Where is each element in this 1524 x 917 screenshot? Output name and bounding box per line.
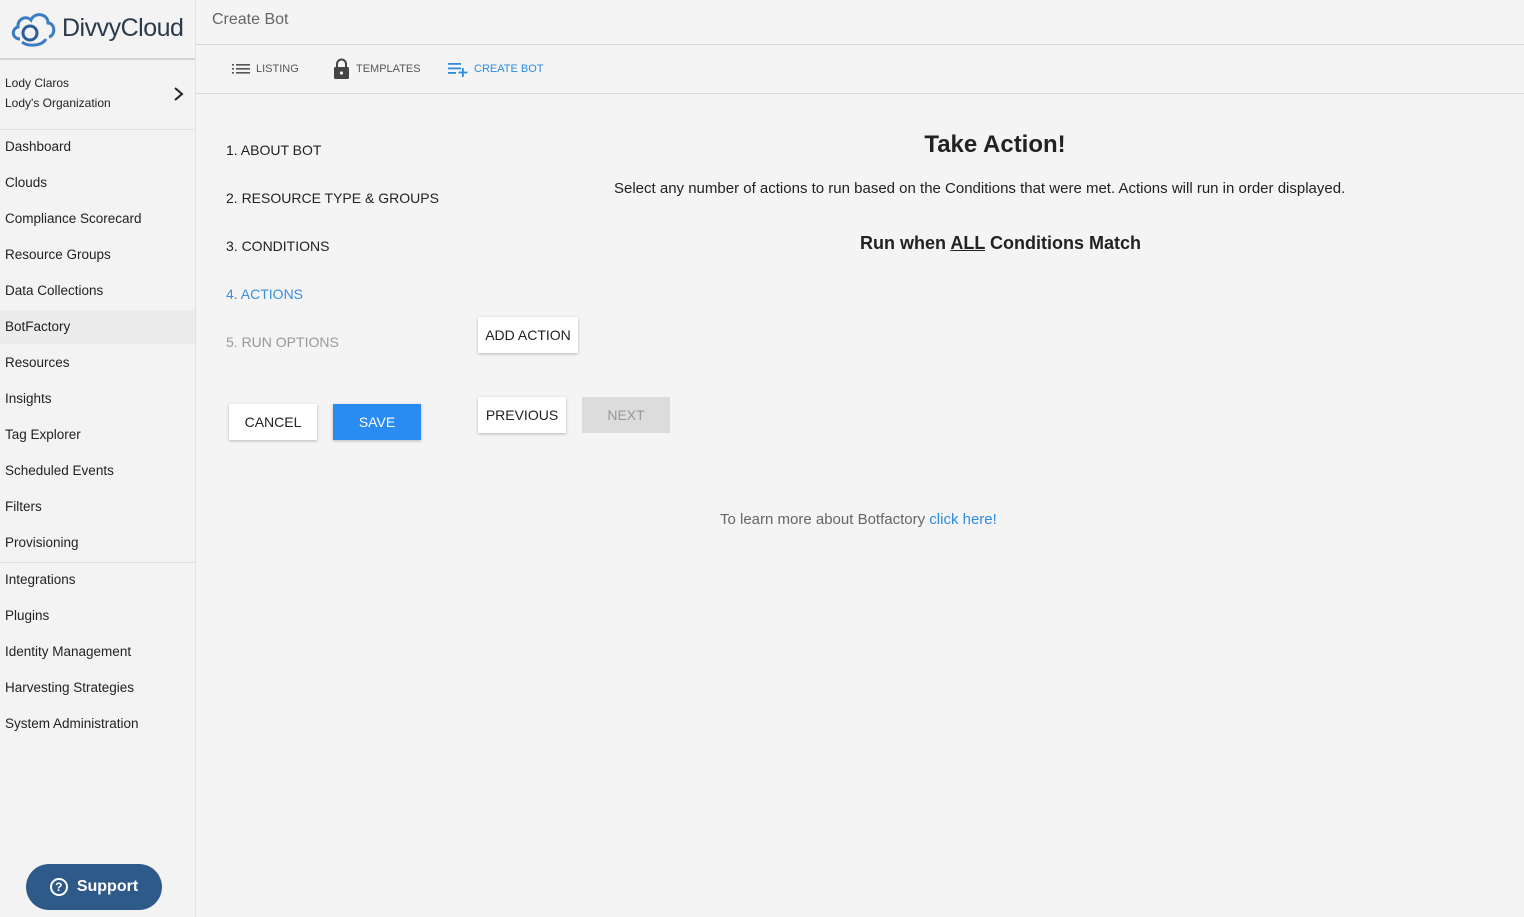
user-switcher[interactable]: Lody Claros Lody's Organization [5, 74, 190, 118]
tab-bar: LISTING TEMPLATES CREATE BOT [196, 45, 1524, 94]
sidebar-item-clouds[interactable]: Clouds [0, 166, 195, 200]
sidebar-item-filters[interactable]: Filters [0, 490, 195, 524]
user-name: Lody Claros [5, 76, 70, 90]
list-icon [232, 64, 250, 74]
sidebar-item-resource-groups[interactable]: Resource Groups [0, 238, 195, 272]
save-button[interactable]: SAVE [333, 404, 421, 440]
support-label: Support [76, 878, 139, 895]
brand-logo[interactable]: DivvyCloud [8, 6, 188, 50]
sidebar-item-provisioning[interactable]: Provisioning [0, 526, 195, 560]
brand-name: DivvyCloud [62, 13, 184, 42]
page-title: Create Bot [212, 11, 289, 28]
sidebar-item-data-collections[interactable]: Data Collections [0, 274, 195, 308]
learn-more-link[interactable]: click here! [929, 511, 997, 528]
step-conditions[interactable]: 3. CONDITIONS [226, 238, 329, 254]
step-actions[interactable]: 4. ACTIONS [226, 286, 303, 302]
tab-label: CREATE BOT [474, 63, 544, 75]
sidebar-item-insights[interactable]: Insights [0, 382, 195, 416]
sidebar-item-plugins[interactable]: Plugins [0, 599, 195, 633]
page-header: Create Bot [196, 0, 1524, 45]
sidebar-item-identity-management[interactable]: Identity Management [0, 635, 195, 669]
help-icon: ? [49, 878, 68, 896]
section-description: Select any number of actions to run base… [614, 180, 1346, 197]
previous-button[interactable]: PREVIOUS [478, 397, 566, 433]
user-organization: Lody's Organization [5, 96, 111, 110]
lock-icon [334, 58, 349, 79]
tab-create-bot[interactable]: CREATE BOT [448, 57, 543, 81]
cancel-button[interactable]: CANCEL [229, 404, 317, 440]
playlist-add-icon [448, 63, 468, 77]
match-mode-heading: Run when ALL Conditions Match [860, 233, 1141, 254]
add-action-button[interactable]: ADD ACTION [478, 317, 578, 353]
match-mode-suffix: Conditions Match [985, 233, 1141, 253]
support-button[interactable]: ? Support [26, 864, 162, 910]
sidebar-item-harvesting-strategies[interactable]: Harvesting Strategies [0, 671, 195, 705]
divider [0, 58, 195, 60]
match-mode-prefix: Run when [860, 233, 951, 253]
learn-more-text: To learn more about Botfactory click her… [720, 511, 997, 528]
sidebar-item-scheduled-events[interactable]: Scheduled Events [0, 454, 195, 488]
tab-listing[interactable]: LISTING [232, 57, 299, 81]
sidebar-item-tag-explorer[interactable]: Tag Explorer [0, 418, 195, 452]
step-resource-type-groups[interactable]: 2. RESOURCE TYPE & GROUPS [226, 190, 439, 206]
tab-templates[interactable]: TEMPLATES [333, 57, 421, 81]
cloud-logo-icon [11, 13, 56, 47]
sidebar-item-botfactory[interactable]: BotFactory [0, 310, 195, 344]
section-heading-text: Take Action! [924, 131, 1066, 158]
section-heading: Take Action! [0, 131, 1524, 159]
sidebar-item-resources[interactable]: Resources [0, 346, 195, 380]
tab-label: TEMPLATES [356, 63, 421, 75]
next-button: NEXT [582, 397, 670, 433]
sidebar-item-system-administration[interactable]: System Administration [0, 707, 195, 741]
sidebar-item-compliance-scorecard[interactable]: Compliance Scorecard [0, 202, 195, 236]
step-run-options: 5. RUN OPTIONS [226, 334, 339, 350]
learn-more-prefix: To learn more about Botfactory [720, 511, 930, 528]
sidebar-item-integrations[interactable]: Integrations [0, 563, 195, 597]
match-mode-emphasis: ALL [950, 233, 985, 253]
chevron-right-icon [174, 87, 184, 101]
tab-label: LISTING [256, 63, 299, 75]
